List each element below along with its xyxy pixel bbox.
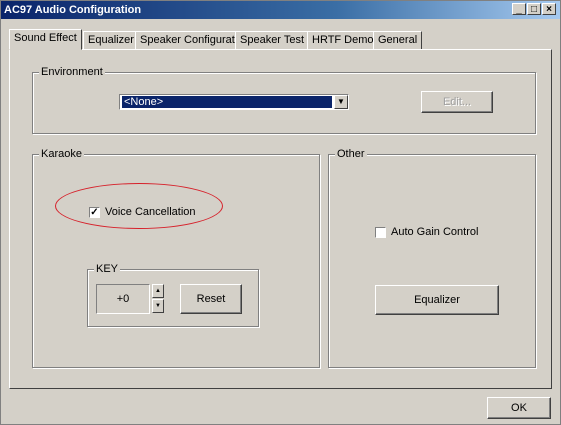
auto-gain-checkbox[interactable] (375, 227, 386, 238)
voice-cancellation-checkbox[interactable]: ✓ (89, 207, 100, 218)
tab-hrtf-demo[interactable]: HRTF Demo (307, 31, 379, 49)
title-bar[interactable]: AC97 Audio Configuration _ □ × (1, 1, 560, 19)
key-value-field[interactable]: +0 (96, 284, 150, 314)
close-button[interactable]: × (542, 3, 556, 15)
karaoke-group: Karaoke ✓ Voice Cancellation KEY +0 ▲ ▼ … (32, 148, 320, 368)
environment-selected-value: <None> (122, 96, 332, 108)
window-title: AC97 Audio Configuration (4, 4, 142, 16)
key-decrement-button[interactable]: ▼ (152, 299, 164, 313)
tab-speaker-test[interactable]: Speaker Test (235, 31, 310, 49)
dialog-window: AC97 Audio Configuration _ □ × Sound Eff… (0, 0, 561, 425)
other-group: Other Auto Gain Control Equalizer (328, 148, 536, 368)
auto-gain-label[interactable]: Auto Gain Control (391, 226, 478, 238)
key-increment-button[interactable]: ▲ (152, 284, 164, 298)
equalizer-button[interactable]: Equalizer (375, 285, 499, 315)
sound-effect-panel: Environment <None> ▼ Edit... Karaoke ✓ V… (9, 49, 552, 389)
minimize-button[interactable]: _ (512, 3, 526, 15)
other-group-label: Other (335, 148, 367, 160)
maximize-button[interactable]: □ (527, 3, 541, 15)
chevron-down-icon[interactable]: ▼ (334, 95, 348, 109)
edit-button[interactable]: Edit... (421, 91, 493, 113)
tab-general[interactable]: General (373, 31, 423, 49)
ok-button[interactable]: OK (487, 397, 551, 419)
key-group-label: KEY (94, 263, 121, 275)
tab-equalizer[interactable]: Equalizer (83, 31, 139, 49)
environment-group: Environment <None> ▼ Edit... (32, 66, 536, 134)
tab-sound-effect[interactable]: Sound Effect (9, 29, 82, 50)
environment-group-label: Environment (39, 66, 105, 78)
reset-button[interactable]: Reset (180, 284, 242, 314)
environment-select[interactable]: <None> ▼ (119, 94, 349, 110)
key-group: KEY +0 ▲ ▼ Reset (87, 263, 259, 327)
voice-cancellation-label[interactable]: Voice Cancellation (105, 206, 196, 218)
karaoke-group-label: Karaoke (39, 148, 84, 160)
